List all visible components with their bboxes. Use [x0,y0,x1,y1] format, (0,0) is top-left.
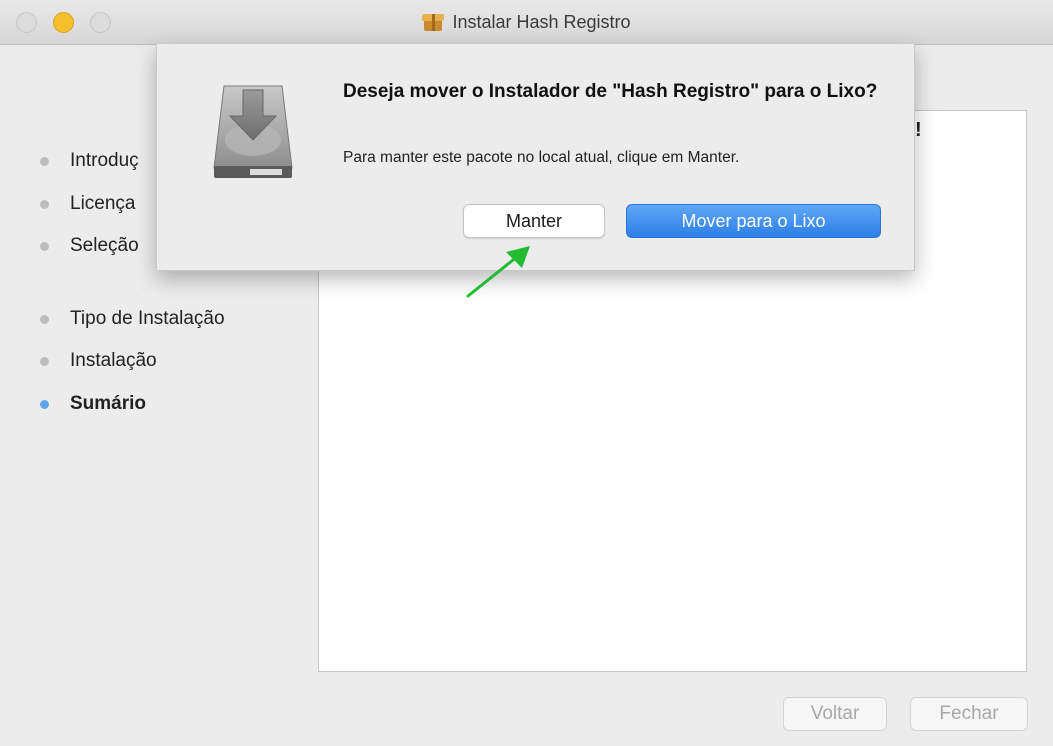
step-installation-type: Tipo de Instalação [40,308,225,330]
close-button[interactable]: Fechar [910,697,1028,731]
window-title: Instalar Hash Registro [452,11,631,32]
dialog-message: Para manter este pacote no local atual, … [343,149,740,166]
dialog-title: Deseja mover o Instalador de "Hash Regis… [343,81,878,102]
step-label: Licença [70,193,136,214]
installer-disk-icon [213,85,293,178]
step-dot [40,356,49,366]
step-label: Seleção [70,235,139,256]
content-text-fragment: ! [915,119,922,141]
move-to-trash-button[interactable]: Mover para o Lixo [626,204,881,238]
package-icon [421,12,446,32]
step-label: Tipo de Instalação [70,308,225,329]
move-to-trash-dialog: Deseja mover o Instalador de "Hash Regis… [156,44,915,271]
step-label: Sumário [70,393,147,414]
step-installation: Instalação [40,350,157,372]
keep-button[interactable]: Manter [463,204,605,238]
step-label: Instalação [70,350,157,371]
step-dot [40,156,49,166]
step-introduction: Introduç [40,150,139,172]
window-titlebar: Instalar Hash Registro [0,0,1053,45]
step-summary: Sumário [40,393,146,415]
step-dot [40,241,49,251]
step-dot-active [40,399,49,409]
step-selection: Seleção [40,235,139,257]
step-license: Licença [40,193,136,215]
step-label: Introduç [70,150,139,171]
window-title-area: Instalar Hash Registro [0,0,1053,44]
step-dot [40,314,49,324]
annotation-arrow-icon [466,246,530,298]
step-dot [40,199,49,209]
back-button[interactable]: Voltar [783,697,887,731]
